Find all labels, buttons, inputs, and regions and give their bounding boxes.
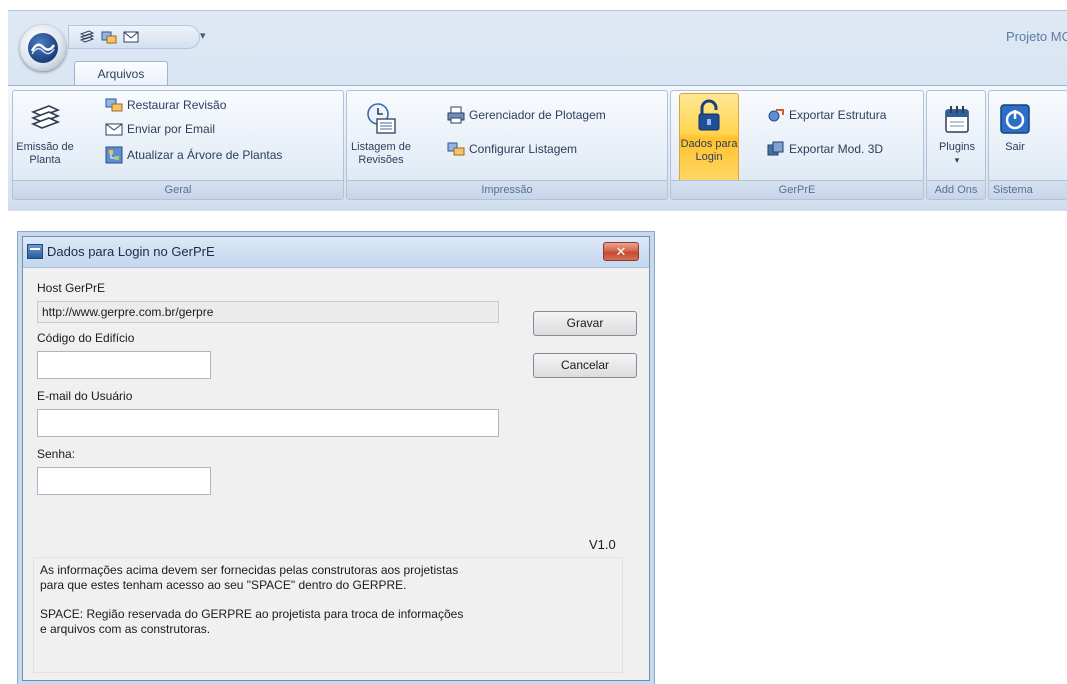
3d-model-icon — [767, 141, 784, 156]
enviar-por-email-button[interactable]: Enviar por Email — [105, 119, 215, 139]
tab-arquivos[interactable]: Arquivos — [74, 61, 168, 86]
settings-list-icon — [447, 142, 465, 156]
plugins-icon — [945, 106, 969, 133]
gravar-button[interactable]: Gravar — [533, 311, 637, 336]
version-label: V1.0 — [589, 537, 616, 552]
host-label: Host GerPrE — [37, 281, 106, 295]
email-field[interactable] — [37, 409, 499, 437]
listagem-label: Listagem de Revisões — [351, 141, 411, 166]
padlock-icon — [698, 99, 720, 131]
configurar-listagem-button[interactable]: Configurar Listagem — [447, 139, 577, 159]
email-label: E-mail do Usuário — [37, 389, 133, 403]
close-button[interactable]: ✕ — [603, 242, 639, 261]
group-gerpre: Dados para Login Exportar Estrutura Expo… — [670, 90, 924, 200]
exportar-mod3d-label: Exportar Mod. 3D — [789, 142, 884, 156]
clock-list-icon — [367, 103, 396, 134]
tree-refresh-icon — [105, 146, 123, 164]
group-sistema: Sair Sistema — [988, 90, 1067, 200]
exportar-estrutura-label: Exportar Estrutura — [789, 108, 887, 122]
info-box: As informações acima devem ser fornecida… — [33, 557, 623, 673]
group-label-gerpre: GerPrE — [671, 180, 923, 199]
envelope-icon[interactable] — [123, 29, 139, 45]
host-field[interactable]: http://www.gerpre.com.br/gerpre — [37, 301, 499, 323]
quick-access-toolbar — [68, 25, 200, 49]
exportar-estrutura-button[interactable]: Exportar Estrutura — [767, 105, 886, 125]
codigo-field[interactable] — [37, 351, 211, 379]
info-paragraph-1: As informações acima devem ser fornecida… — [40, 563, 459, 592]
restaurar-label: Restaurar Revisão — [127, 98, 227, 112]
plugins-label: Plugins — [938, 141, 976, 153]
ribbon-window: ▾ Projeto MC Arquivos Emissão de Planta … — [8, 10, 1067, 211]
listagem-de-revisoes-button[interactable]: Listagem de Revisões — [351, 97, 411, 181]
exportar-mod3d-button[interactable]: Exportar Mod. 3D — [767, 139, 883, 159]
configurar-label: Configurar Listagem — [469, 142, 578, 156]
plugins-dropdown-arrow: ▾ — [954, 155, 960, 165]
stacked-sheets-icon — [30, 105, 61, 129]
layers-icon[interactable] — [79, 29, 95, 45]
codigo-label: Código do Edifício — [37, 331, 135, 345]
login-dialog: Dados para Login no GerPrE ✕ Host GerPrE… — [22, 236, 650, 681]
enviar-label: Enviar por Email — [127, 122, 216, 136]
atualizar-label: Atualizar a Árvore de Plantas — [127, 148, 283, 162]
info-paragraph-2: SPACE: Região reservada do GERPRE ao pro… — [40, 607, 464, 636]
gerenciador-de-plotagem-button[interactable]: Gerenciador de Plotagem — [447, 105, 606, 125]
senha-field[interactable] — [37, 467, 211, 495]
export-structure-icon — [768, 109, 784, 122]
dialog-app-icon — [27, 244, 43, 259]
printer-icon — [447, 106, 465, 124]
dialog-titlebar[interactable]: Dados para Login no GerPrE ✕ — [23, 237, 649, 268]
group-label-impressao: Impressão — [347, 180, 667, 199]
group-impressao: Listagem de Revisões Gerenciador de Plot… — [346, 90, 668, 200]
dados-para-login-button[interactable]: Dados para Login — [679, 93, 739, 183]
cancelar-button[interactable]: Cancelar — [533, 353, 637, 378]
group-add-ons: Plugins ▾ Add Ons — [926, 90, 986, 200]
qat-customize-dropdown[interactable]: ▾ — [200, 29, 206, 42]
emissao-label: Emissão de Planta — [16, 141, 74, 166]
sair-label: Sair — [1005, 141, 1025, 153]
application-menu-button[interactable] — [20, 25, 66, 71]
group-geral: Emissão de Planta Restaurar Revisão Envi… — [12, 90, 344, 200]
gerenciador-label: Gerenciador de Plotagem — [469, 108, 606, 122]
dialog-title: Dados para Login no GerPrE — [47, 244, 215, 259]
dados-label: Dados para Login — [680, 138, 738, 163]
senha-label: Senha: — [37, 447, 76, 461]
restore-icon[interactable] — [101, 29, 117, 45]
restaurar-revisao-button[interactable]: Restaurar Revisão — [105, 95, 226, 115]
group-label-geral: Geral — [13, 180, 343, 199]
restore-icon — [105, 98, 123, 112]
group-label-add-ons: Add Ons — [927, 180, 985, 199]
app-logo-icon — [28, 33, 58, 63]
window-title: Projeto MC — [1005, 29, 1067, 44]
ribbon-panel: Emissão de Planta Restaurar Revisão Envi… — [8, 85, 1067, 206]
sair-button[interactable]: Sair — [989, 97, 1041, 181]
group-label-sistema: Sistema — [989, 180, 1067, 199]
atualizar-arvore-button[interactable]: Atualizar a Árvore de Plantas — [105, 145, 282, 165]
plugins-button[interactable]: Plugins ▾ — [927, 97, 987, 181]
power-icon — [1000, 104, 1030, 134]
emissao-de-planta-button[interactable]: Emissão de Planta — [15, 97, 75, 181]
envelope-icon — [105, 123, 123, 136]
